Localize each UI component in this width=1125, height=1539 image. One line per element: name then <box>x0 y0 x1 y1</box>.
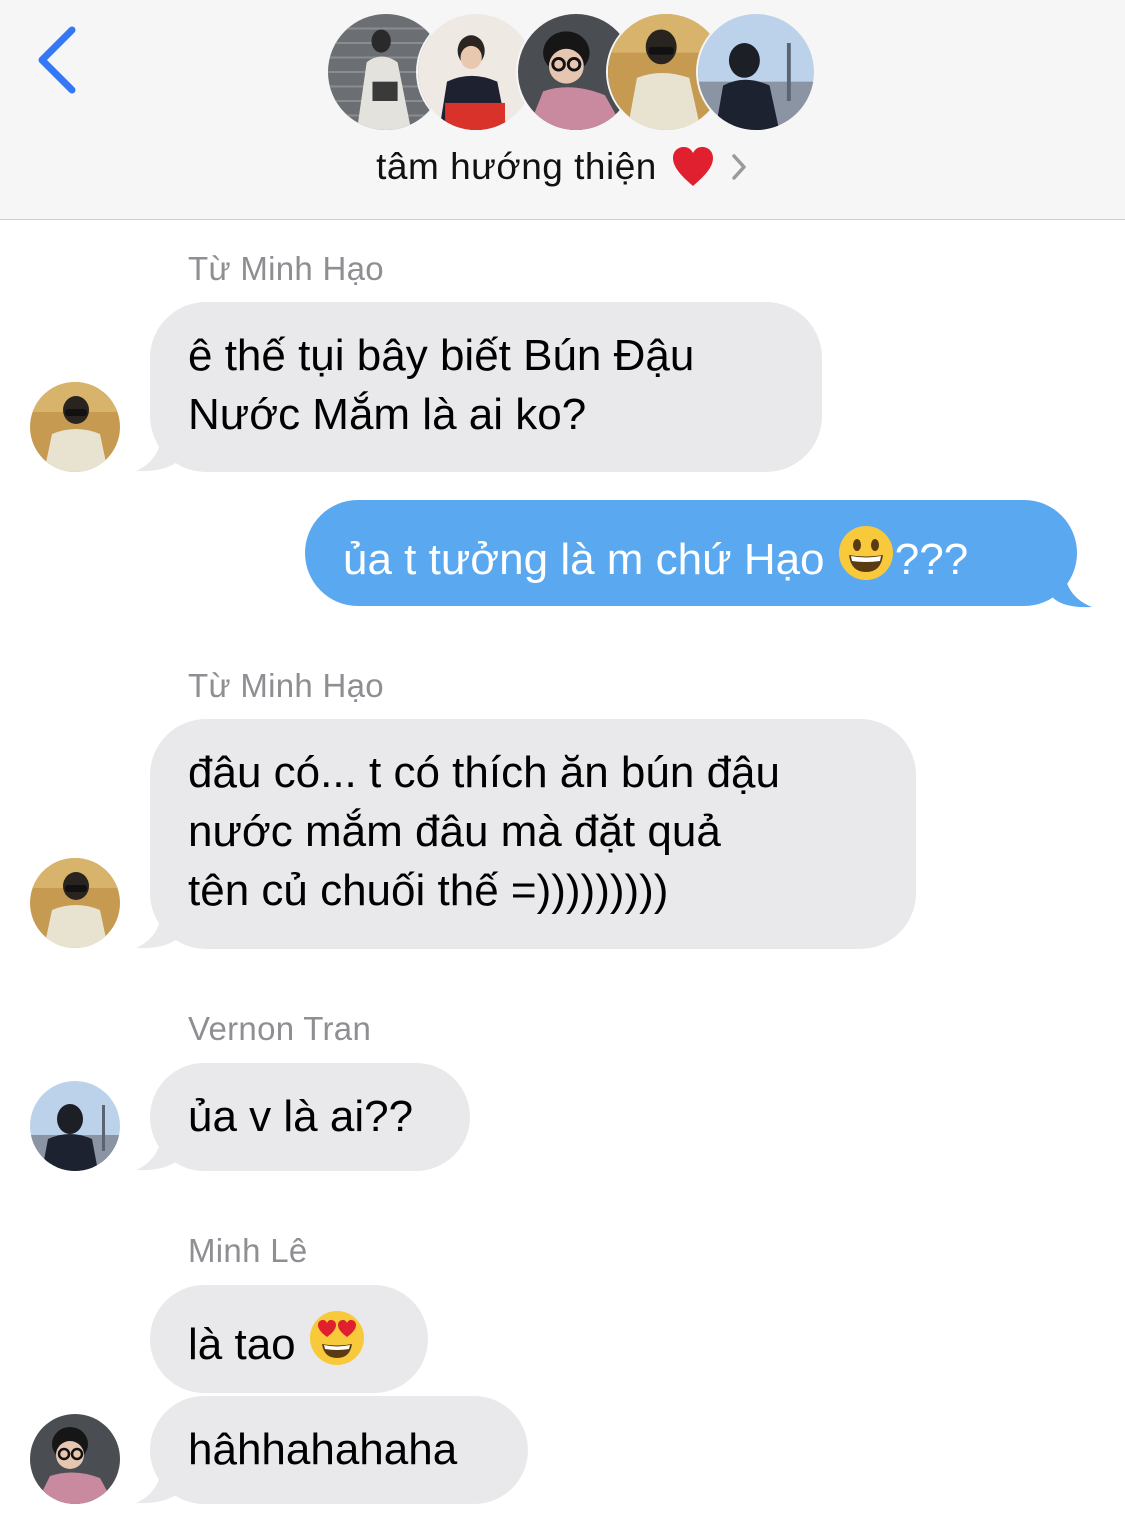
grinning-face-emoji <box>838 526 893 580</box>
avatar[interactable] <box>30 382 120 472</box>
message-text: ủa v là ai?? <box>188 1092 414 1141</box>
message-bubble-outgoing[interactable]: ủa t tưởng là m chứ Hạo ??? <box>305 500 1077 606</box>
avatar[interactable] <box>30 1081 120 1171</box>
chevron-right-icon <box>732 154 746 180</box>
message-bubble[interactable]: ủa v là ai?? <box>150 1063 470 1171</box>
group-title[interactable]: tâm hướng thiện <box>0 140 1125 194</box>
sender-name: Minh Lê <box>188 1232 308 1269</box>
bubble-tail <box>136 430 182 472</box>
red-heart-icon <box>672 147 713 186</box>
sender-name: Từ Minh Hạo <box>188 667 384 704</box>
member-avatar-5 <box>696 12 816 132</box>
message-bubble[interactable]: hâhhahahaha <box>150 1396 528 1504</box>
message-line: nước mắm đâu mà đặt quả <box>188 807 721 856</box>
group-name: tâm hướng thiện <box>376 146 657 187</box>
sender-name: Từ Minh Hạo <box>188 250 384 287</box>
bubble-tail <box>1050 566 1092 608</box>
message-line: ê thế tụi bây biết Bún Đậu <box>188 331 695 380</box>
sender-name: Vernon Tran <box>188 1010 372 1047</box>
message-line: tên củ chuối thế =))))))))) <box>188 866 669 915</box>
message-bubble[interactable]: là tao <box>150 1285 428 1393</box>
group-avatars[interactable] <box>326 12 816 134</box>
chevron-left-icon[interactable] <box>30 22 90 102</box>
message-bubble[interactable]: đâu có... t có thích ăn bún đậu nước mắm… <box>150 719 916 949</box>
avatar[interactable] <box>30 1414 120 1504</box>
bubble-tail <box>136 1129 182 1171</box>
avatar[interactable] <box>30 858 120 948</box>
message-text: là tao <box>188 1320 308 1369</box>
heart-eyes-emoji <box>309 1311 364 1365</box>
message-text: ??? <box>894 535 969 584</box>
message-text: ủa t tưởng là m chứ Hạo <box>343 535 837 584</box>
message-line: Nước Mắm là ai ko? <box>188 390 587 439</box>
message-text: hâhhahahaha <box>188 1425 458 1474</box>
chat-header: tâm hướng thiện <box>0 0 1125 220</box>
bubble-tail <box>136 907 182 949</box>
message-line: đâu có... t có thích ăn bún đậu <box>188 748 780 797</box>
bubble-tail <box>136 1462 182 1504</box>
message-bubble[interactable]: ê thế tụi bây biết Bún Đậu Nước Mắm là a… <box>150 302 822 472</box>
